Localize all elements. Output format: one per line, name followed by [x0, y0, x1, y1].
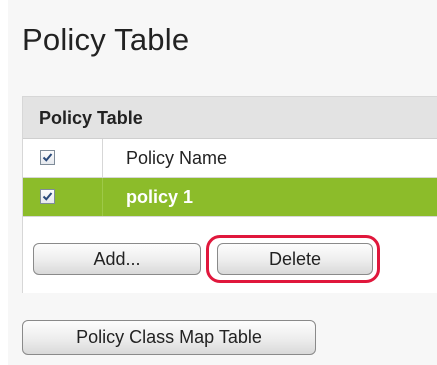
table-header-row: Policy Name — [23, 139, 437, 178]
select-all-checkbox[interactable] — [40, 150, 55, 165]
page-title: Policy Table — [22, 22, 190, 57]
row-checkbox[interactable] — [40, 189, 55, 204]
table-caption: Policy Table — [23, 97, 437, 139]
add-button[interactable]: Add... — [33, 243, 201, 275]
row-checkbox-cell — [23, 178, 103, 216]
policy-class-map-table-button[interactable]: Policy Class Map Table — [22, 320, 316, 355]
column-header-policy-name: Policy Name — [126, 148, 228, 168]
header-checkbox-cell — [23, 139, 103, 177]
checkmark-icon — [42, 192, 53, 201]
table-row[interactable]: policy 1 — [23, 178, 437, 217]
policy-name-cell: policy 1 — [126, 187, 194, 207]
checkmark-icon — [42, 153, 53, 162]
delete-highlight-annotation — [206, 235, 380, 283]
